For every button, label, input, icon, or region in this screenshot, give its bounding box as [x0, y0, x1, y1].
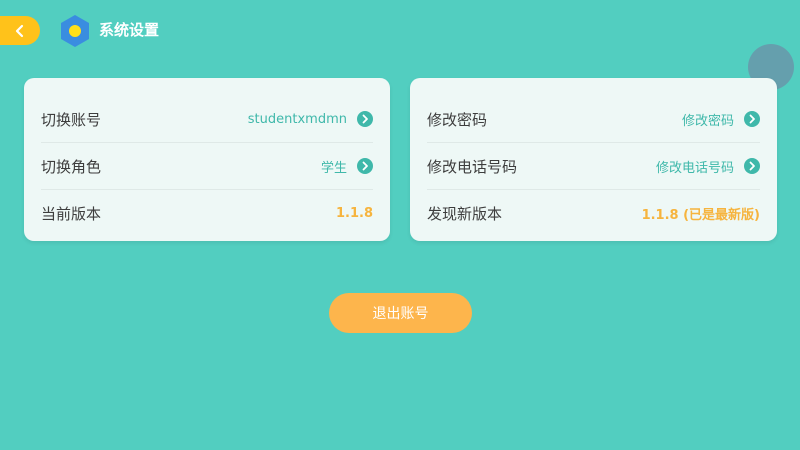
change-phone-label: 修改电话号码: [427, 157, 518, 176]
switch-account-label: 切换账号: [41, 110, 102, 129]
current-version-value: 1.1.8: [335, 206, 373, 221]
change-phone-row[interactable]: 修改电话号码 修改电话号码: [427, 143, 760, 190]
chevron-right-circle-icon[interactable]: [357, 158, 373, 174]
new-version-value: 1.1.8 (已是最新版): [641, 208, 760, 223]
change-password-label: 修改密码: [427, 110, 488, 129]
chevron-right-circle-icon[interactable]: [744, 158, 760, 174]
new-version-label: 发现新版本: [427, 205, 503, 223]
account-settings-card: 切换账号 studentxmdmn 切换角色 学生 当前版本 1.1.8: [24, 78, 390, 241]
current-version-row: 当前版本 1.1.8: [41, 190, 373, 237]
back-button[interactable]: [0, 16, 40, 45]
new-version-row[interactable]: 发现新版本 1.1.8 (已是最新版): [427, 190, 760, 237]
security-settings-card: 修改密码 修改密码 修改电话号码 修改电话号码 发现新版本 1.1.8 (已是最…: [410, 78, 777, 241]
switch-role-label: 切换角色: [41, 157, 102, 176]
switch-role-value: 学生: [320, 160, 347, 176]
switch-account-row[interactable]: 切换账号 studentxmdmn: [41, 96, 373, 143]
chevron-right-circle-icon[interactable]: [357, 111, 373, 127]
change-phone-value: 修改电话号码: [655, 160, 734, 176]
change-password-value: 修改密码: [681, 113, 734, 129]
switch-account-value: studentxmdmn: [247, 111, 347, 127]
logout-button[interactable]: 退出账号: [329, 293, 472, 333]
hexagon-settings-icon: [61, 15, 89, 47]
current-version-label: 当前版本: [41, 205, 102, 223]
chevron-right-circle-icon[interactable]: [744, 111, 760, 127]
chevron-left-icon: [15, 24, 24, 37]
switch-role-row[interactable]: 切换角色 学生: [41, 143, 373, 190]
change-password-row[interactable]: 修改密码 修改密码: [427, 96, 760, 143]
page-title: 系统设置: [99, 21, 160, 39]
